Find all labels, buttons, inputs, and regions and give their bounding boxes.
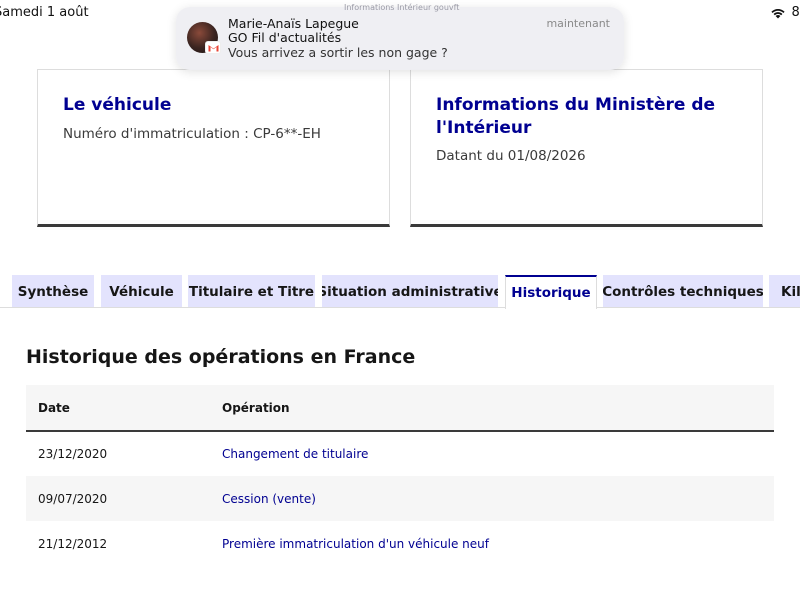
vehicle-card: Le véhicule Numéro d'immatriculation : C… — [37, 69, 390, 227]
tab-synthese[interactable]: Synthèse — [12, 275, 94, 308]
table-row: 23/12/2020 Changement de titulaire — [26, 431, 774, 476]
tab-bar: Synthèse Véhicule Titulaire et Titre Sit… — [12, 275, 800, 309]
table-header-row: Date Opération — [26, 385, 774, 432]
battery-level: 84 — [791, 5, 800, 20]
registration-number: Numéro d'immatriculation : CP-6**-EH — [63, 126, 321, 142]
notification-subject: GO Fil d'actualités — [228, 30, 342, 45]
notification-background-text: Informations Intérieur gouvft — [344, 3, 460, 12]
vehicle-card-title: Le véhicule — [63, 95, 172, 115]
row-operation: Changement de titulaire — [222, 431, 774, 476]
row-operation: Cession (vente) — [222, 476, 774, 521]
operation-link[interactable]: Changement de titulaire — [222, 447, 368, 461]
operation-link[interactable]: Cession (vente) — [222, 492, 316, 506]
gmail-icon — [206, 42, 220, 53]
table-row: 21/12/2012 Première immatriculation d'un… — [26, 521, 774, 566]
history-title: Historique des opérations en France — [26, 346, 416, 368]
tab-titulaire[interactable]: Titulaire et Titre — [188, 275, 315, 308]
tab-situation-administrative[interactable]: Situation administrative — [322, 275, 498, 308]
notification-time: maintenant — [546, 17, 610, 30]
ministry-date: Datant du 01/08/2026 — [436, 148, 586, 164]
table-row: 09/07/2020 Cession (vente) — [26, 476, 774, 521]
row-date: 23/12/2020 — [38, 447, 108, 461]
tab-vehicule[interactable]: Véhicule — [101, 275, 182, 308]
row-date: 09/07/2020 — [26, 476, 222, 521]
wifi-icon — [771, 8, 786, 18]
operation-link[interactable]: Première immatriculation d'un véhicule n… — [222, 537, 489, 551]
history-table: Date Opération 23/12/2020 Changement de … — [26, 385, 774, 566]
notification-banner[interactable]: Informations Intérieur gouvft Marie-Anaï… — [176, 3, 624, 70]
column-header-date: Date — [26, 385, 222, 432]
notification-sender: Marie-Anaïs Lapegue — [228, 16, 359, 31]
tab-kilometrage[interactable]: Kilo — [769, 275, 800, 308]
ministry-card: Informations du Ministère de l'Intérieur… — [410, 69, 763, 227]
tab-controles-techniques[interactable]: Contrôles techniques — [603, 275, 763, 308]
status-right: 84 — [770, 5, 800, 20]
row-date: 21/12/2012 — [38, 536, 108, 551]
ministry-card-title: Informations du Ministère de l'Intérieur — [436, 95, 716, 138]
row-operation: Première immatriculation d'un véhicule n… — [222, 521, 774, 566]
column-header-operation: Opération — [222, 385, 774, 432]
notification-body: Vous arrivez a sortir les non gage ? — [228, 45, 448, 60]
tab-historique[interactable]: Historique — [505, 275, 597, 309]
status-date: Samedi 1 août — [0, 5, 89, 20]
